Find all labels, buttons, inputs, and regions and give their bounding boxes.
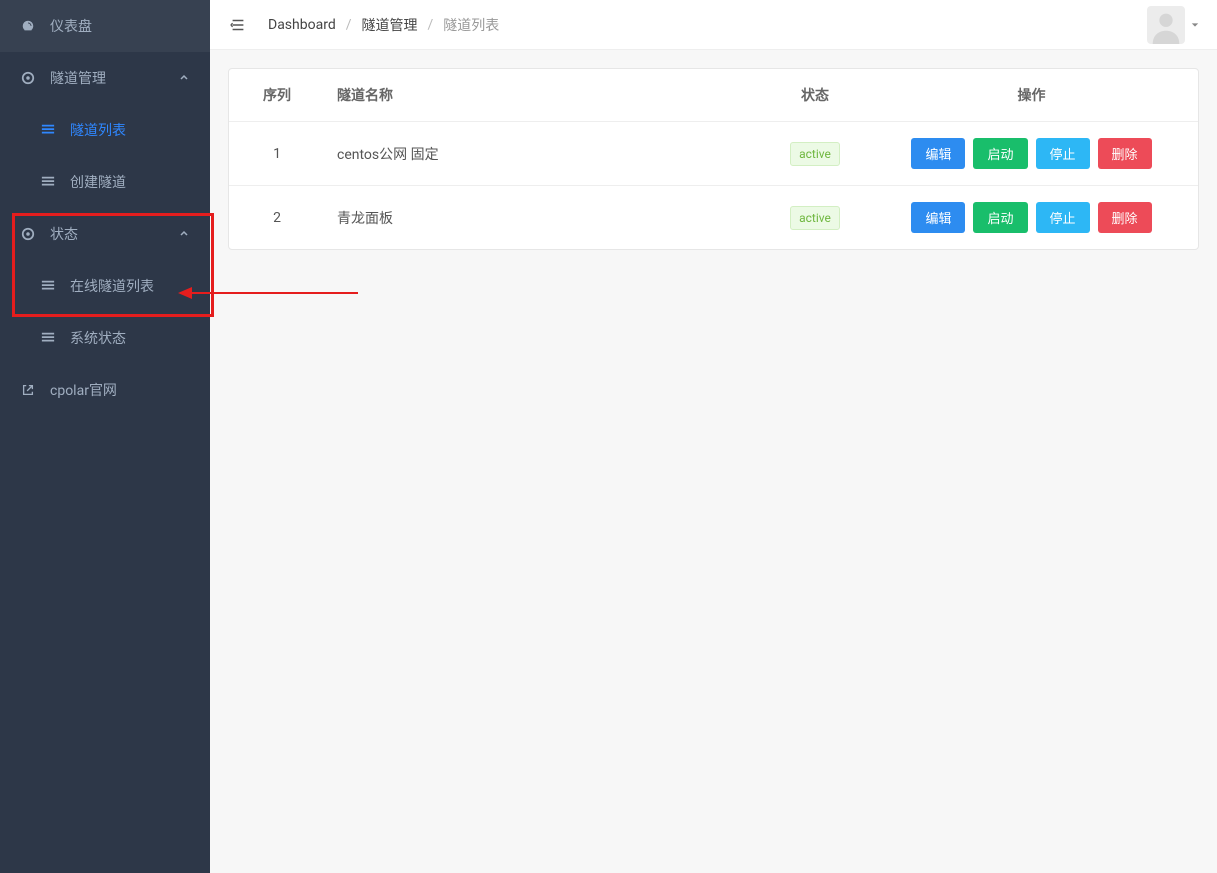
sidebar-item-online-tunnel-list[interactable]: 在线隧道列表: [0, 260, 210, 312]
dashboard-icon: [20, 18, 36, 34]
sidebar-item-cpolar-website[interactable]: cpolar官网: [0, 364, 210, 416]
col-header-seq: 序列: [229, 69, 325, 122]
user-menu[interactable]: [1147, 6, 1199, 44]
sidebar-item-label: 隧道列表: [70, 120, 190, 140]
col-header-status: 状态: [765, 69, 865, 122]
breadcrumb-item-current: 隧道列表: [443, 15, 499, 35]
sidebar-item-system-status[interactable]: 系统状态: [0, 312, 210, 364]
stop-button[interactable]: 停止: [1036, 138, 1090, 169]
topbar: Dashboard / 隧道管理 / 隧道列表: [210, 0, 1217, 50]
table-icon: [40, 330, 56, 346]
breadcrumb-separator: /: [346, 17, 352, 33]
start-button[interactable]: 启动: [973, 138, 1027, 169]
delete-button[interactable]: 删除: [1098, 202, 1152, 233]
sidebar-item-label: 创建隧道: [70, 172, 190, 192]
breadcrumb: Dashboard / 隧道管理 / 隧道列表: [268, 15, 499, 35]
circle-target-icon: [20, 226, 36, 242]
sidebar-item-create-tunnel[interactable]: 创建隧道: [0, 156, 210, 208]
edit-button[interactable]: 编辑: [911, 202, 965, 233]
cell-actions: 编辑 启动 停止 删除: [865, 186, 1198, 250]
sidebar-item-label: 状态: [50, 224, 178, 244]
sidebar-item-label: 仪表盘: [50, 16, 190, 36]
tunnel-table-panel: 序列 隧道名称 状态 操作 1 centos公网 固定 active: [228, 68, 1199, 250]
breadcrumb-item[interactable]: 隧道管理: [362, 15, 418, 35]
menu-toggle-icon[interactable]: [228, 15, 248, 35]
table-icon: [40, 174, 56, 190]
col-header-actions: 操作: [865, 69, 1198, 122]
sidebar-item-status[interactable]: 状态: [0, 208, 210, 260]
cell-status: active: [765, 122, 865, 186]
delete-button[interactable]: 删除: [1098, 138, 1152, 169]
cell-status: active: [765, 186, 865, 250]
chevron-up-icon: [178, 72, 190, 84]
breadcrumb-separator: /: [428, 17, 434, 33]
sidebar-item-label: 在线隧道列表: [70, 276, 190, 296]
caret-down-icon: [1191, 17, 1199, 33]
chevron-up-icon: [178, 228, 190, 240]
table-icon: [40, 278, 56, 294]
table-row: 1 centos公网 固定 active 编辑 启动 停止 删除: [229, 122, 1198, 186]
table-icon: [40, 122, 56, 138]
col-header-name: 隧道名称: [325, 69, 765, 122]
content: 序列 隧道名称 状态 操作 1 centos公网 固定 active: [210, 50, 1217, 873]
cell-seq: 1: [229, 122, 325, 186]
table-row: 2 青龙面板 active 编辑 启动 停止 删除: [229, 186, 1198, 250]
sidebar-item-label: cpolar官网: [50, 380, 190, 400]
edit-button[interactable]: 编辑: [911, 138, 965, 169]
cell-seq: 2: [229, 186, 325, 250]
main-area: Dashboard / 隧道管理 / 隧道列表 序列 隧道名称 状态: [210, 0, 1217, 873]
sidebar-item-dashboard[interactable]: 仪表盘: [0, 0, 210, 52]
tunnel-table: 序列 隧道名称 状态 操作 1 centos公网 固定 active: [229, 69, 1198, 249]
external-link-icon: [20, 382, 36, 398]
start-button[interactable]: 启动: [973, 202, 1027, 233]
avatar: [1147, 6, 1185, 44]
cell-name: 青龙面板: [325, 186, 765, 250]
sidebar-item-tunnel-list[interactable]: 隧道列表: [0, 104, 210, 156]
status-badge: active: [790, 206, 840, 230]
status-badge: active: [790, 142, 840, 166]
sidebar-item-label: 系统状态: [70, 328, 190, 348]
circle-target-icon: [20, 70, 36, 86]
sidebar-item-label: 隧道管理: [50, 68, 178, 88]
sidebar: 仪表盘 隧道管理 隧道列表 创建隧道 状态 在线隧道: [0, 0, 210, 873]
cell-name: centos公网 固定: [325, 122, 765, 186]
cell-actions: 编辑 启动 停止 删除: [865, 122, 1198, 186]
sidebar-item-tunnel-manage[interactable]: 隧道管理: [0, 52, 210, 104]
breadcrumb-item[interactable]: Dashboard: [268, 17, 336, 33]
stop-button[interactable]: 停止: [1036, 202, 1090, 233]
